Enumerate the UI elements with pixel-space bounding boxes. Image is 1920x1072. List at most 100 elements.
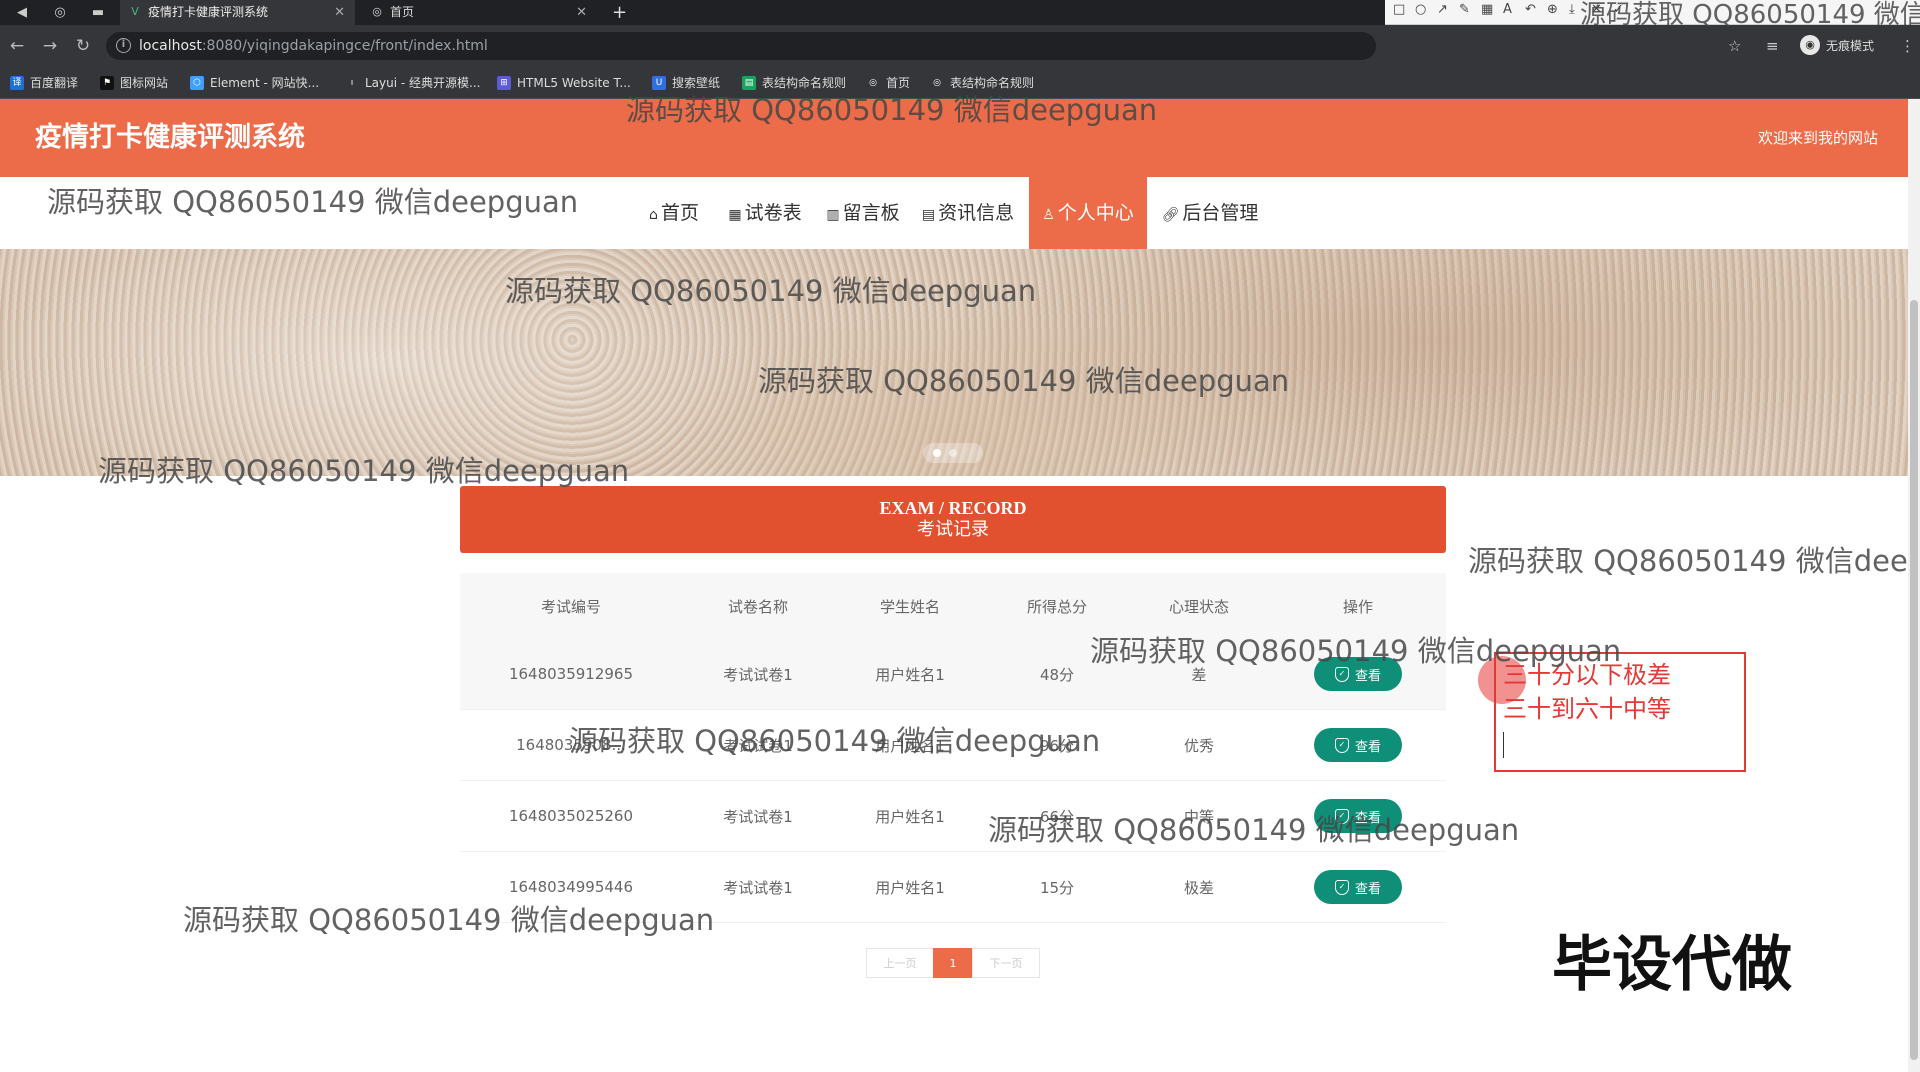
- scrollbar-thumb[interactable]: [1910, 300, 1918, 1060]
- info-icon[interactable]: i: [116, 38, 131, 53]
- exam-id: 1648035025260: [508, 807, 634, 825]
- reload-icon[interactable]: ↻: [72, 35, 94, 57]
- grid-icon: ▦: [728, 207, 742, 223]
- new-tab-button[interactable]: +: [612, 0, 627, 25]
- globe-icon[interactable]: ◎: [50, 3, 70, 23]
- confirm-icon[interactable]: ✓: [1613, 2, 1624, 17]
- bookmark-star-icon[interactable]: ☆: [1728, 37, 1741, 55]
- window-icon[interactable]: ▬: [88, 3, 108, 23]
- annotation-line: 三十到六十中等: [1503, 695, 1671, 723]
- annotation-line: 三十分以下极差: [1503, 661, 1671, 689]
- column-header: 学生姓名: [879, 597, 940, 616]
- annotation-textbox[interactable]: 三十分以下极差 三十到六十中等: [1494, 652, 1746, 772]
- screenshot-toolbar: □ ○ ↗ ✎ ▦ A ↶ ⊕ ⤓ ✕ ✓: [1385, 0, 1920, 25]
- view-button[interactable]: ✓ 查看: [1314, 657, 1402, 691]
- reading-list-icon[interactable]: ≡: [1766, 37, 1779, 55]
- view-button[interactable]: ✓ 查看: [1314, 799, 1402, 833]
- shield-check-icon: ✓: [1334, 879, 1349, 895]
- column-header: 所得总分: [1026, 597, 1087, 616]
- close-tab-icon[interactable]: ✕: [576, 0, 587, 25]
- pin-icon[interactable]: ⊕: [1547, 2, 1558, 17]
- undo-icon[interactable]: ↶: [1525, 2, 1536, 17]
- nav-admin[interactable]: 🔗︎ 后台管理: [1160, 177, 1260, 249]
- shield-check-icon: ✓: [1334, 737, 1349, 753]
- text-tool-icon[interactable]: A: [1503, 2, 1512, 17]
- mosaic-tool-icon[interactable]: ▦: [1481, 2, 1493, 17]
- score: 96分: [1039, 736, 1075, 755]
- exam-record-table: 考试编号 试卷名称 学生姓名 所得总分 心理状态 操作 164803591296…: [460, 573, 1446, 923]
- table-row: 1648034995446 考试试卷1 用户姓名1 15分 极差 ✓ 查看: [460, 852, 1446, 923]
- tab-title: 首页: [390, 5, 415, 19]
- carousel-dot[interactable]: [949, 449, 957, 457]
- exam-id: 1648035908...: [516, 736, 626, 754]
- paper-name: 考试试卷1: [723, 807, 793, 826]
- flag-icon: ⚑: [100, 76, 114, 90]
- menu-icon[interactable]: ⋮: [1900, 37, 1915, 55]
- mental-state: 中等: [1183, 807, 1214, 826]
- text-cursor: [1503, 732, 1504, 758]
- ellipse-tool-icon[interactable]: ○: [1415, 2, 1426, 17]
- mental-state: 优秀: [1183, 736, 1214, 755]
- bookmark-item[interactable]: ◎ 表结构命名规则: [930, 67, 1034, 99]
- nav-exam-papers[interactable]: ▦ 试卷表: [722, 177, 808, 249]
- table-header: 考试编号 试卷名称 学生姓名 所得总分 心理状态 操作: [460, 573, 1446, 639]
- bookmark-item[interactable]: ⚑ 图标网站: [100, 67, 168, 99]
- page-number-current[interactable]: 1: [933, 948, 973, 978]
- bookmark-item[interactable]: 译百度翻译: [10, 67, 78, 99]
- close-icon[interactable]: ✕: [1591, 2, 1602, 17]
- site-header: 疫情打卡健康评测系统 欢迎来到我的网站: [0, 99, 1908, 177]
- url-text: localhost:8080/yiqingdakapingce/front/in…: [139, 38, 488, 54]
- banner-image: [0, 249, 1908, 476]
- score: 66分: [1039, 807, 1075, 826]
- paper-name: 考试试卷1: [723, 878, 793, 897]
- carousel-dot-active[interactable]: [933, 449, 941, 457]
- prev-page-button[interactable]: 上一页: [866, 948, 934, 978]
- view-button[interactable]: ✓ 查看: [1314, 870, 1402, 904]
- html5-icon: ⊞: [497, 76, 511, 90]
- paper-name: 考试试卷1: [723, 665, 793, 684]
- view-button[interactable]: ✓ 查看: [1314, 728, 1402, 762]
- student-name: 用户姓名1: [875, 736, 945, 755]
- action-cell: ✓ 查看: [1270, 710, 1446, 780]
- url-bar[interactable]: i localhost:8080/yiqingdakapingce/front/…: [106, 32, 1376, 60]
- score: 15分: [1039, 878, 1075, 897]
- watermark: 源码获取 QQ86050149 微信deepguan: [1468, 544, 1920, 578]
- mental-state: 差: [1191, 665, 1207, 684]
- student-name: 用户姓名1: [875, 807, 945, 826]
- arrow-tool-icon[interactable]: ↗: [1437, 2, 1448, 17]
- bookmarks-bar: 译百度翻译 ⚑ 图标网站 ⬡ Element - 网站快... ı Layui - 经…: [0, 67, 1920, 99]
- rect-tool-icon[interactable]: □: [1393, 2, 1405, 17]
- action-cell: ✓ 查看: [1270, 852, 1446, 922]
- bookmark-item[interactable]: ◎ 首页: [866, 67, 910, 99]
- bookmark-item[interactable]: ⊞ HTML5 Website T...: [497, 67, 631, 99]
- student-name: 用户姓名1: [875, 665, 945, 684]
- pen-tool-icon[interactable]: ✎: [1459, 2, 1470, 17]
- address-toolbar: ← → ↻ i localhost:8080/yiqingdakapingce/…: [0, 25, 1920, 67]
- cursor-highlight: [1478, 656, 1526, 704]
- bookmark-item[interactable]: ı Layui - 经典开源模...: [345, 67, 480, 99]
- translate-icon: 译: [10, 76, 24, 90]
- browser-tab[interactable]: ◎ 首页 ✕: [362, 0, 597, 25]
- close-tab-icon[interactable]: ✕: [334, 0, 345, 25]
- column-header: 试卷名称: [727, 597, 788, 616]
- tab-title: 疫情打卡健康评测系统: [148, 5, 269, 19]
- element-icon: ⬡: [190, 76, 204, 90]
- globe-icon: ◎: [866, 76, 880, 90]
- nav-message-board[interactable]: ▥ 留言板: [822, 177, 904, 249]
- forward-icon[interactable]: →: [39, 35, 61, 57]
- save-icon[interactable]: ⤓: [1569, 2, 1575, 17]
- nav-home[interactable]: ⌂ 首页: [640, 177, 708, 249]
- table-row: 1648035908... 考试试卷1 用户姓名1 96分 优秀 ✓ 查看: [460, 710, 1446, 781]
- incognito-icon[interactable]: ◉: [1800, 35, 1820, 55]
- next-page-button[interactable]: 下一页: [972, 948, 1040, 978]
- browser-tab-active[interactable]: V 疫情打卡健康评测系统 ✕: [120, 0, 355, 25]
- incognito-label: 无痕模式: [1826, 39, 1875, 53]
- nav-news[interactable]: ▤ 资讯信息: [916, 177, 1020, 249]
- bookmark-item[interactable]: ⬡ Element - 网站快...: [190, 67, 319, 99]
- nav-personal-center[interactable]: ♙ 个人中心: [1029, 177, 1147, 249]
- bookmark-item[interactable]: ▤ 表结构命名规则: [742, 67, 846, 99]
- speaker-icon[interactable]: ◀: [12, 3, 32, 23]
- bookmark-item[interactable]: U 搜索壁纸: [652, 67, 720, 99]
- back-icon[interactable]: ←: [6, 35, 28, 57]
- home-icon: ⌂: [649, 207, 658, 223]
